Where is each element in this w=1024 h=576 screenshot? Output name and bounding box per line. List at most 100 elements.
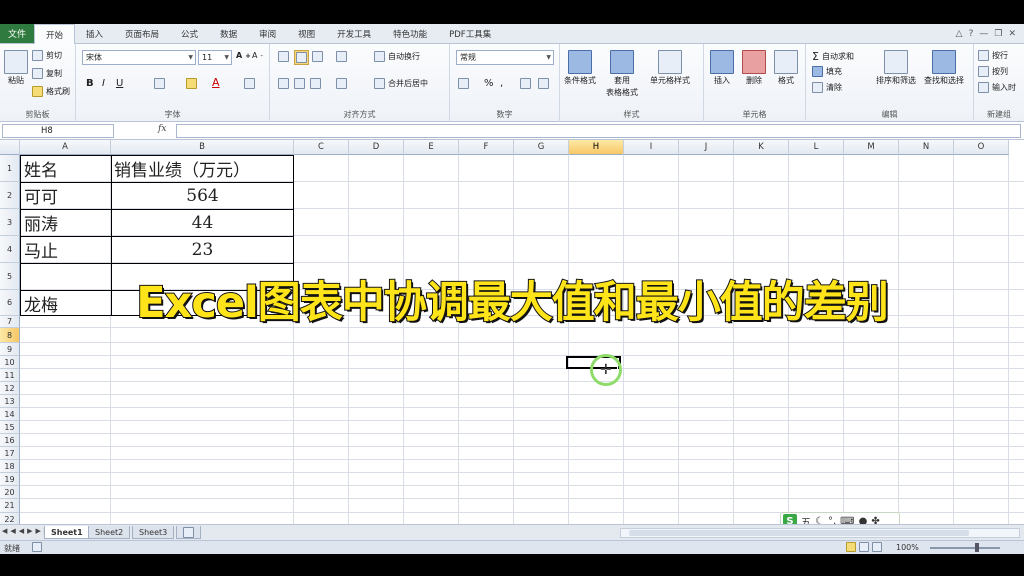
scroll-thumb[interactable] bbox=[629, 530, 969, 536]
sheet-tab-3[interactable]: Sheet3 bbox=[132, 526, 175, 539]
sheet-tab-2[interactable]: Sheet2 bbox=[88, 526, 131, 539]
column-header-j[interactable]: J bbox=[679, 140, 734, 155]
format-cells-button[interactable]: 格式 bbox=[774, 50, 798, 86]
row-header-14[interactable]: 14 bbox=[0, 408, 20, 421]
column-header-c[interactable]: C bbox=[294, 140, 349, 155]
tab-developer[interactable]: 开发工具 bbox=[326, 24, 382, 43]
row-header-18[interactable]: 18 bbox=[0, 460, 20, 473]
currency-button[interactable] bbox=[458, 78, 469, 89]
tab-formulas[interactable]: 公式 bbox=[170, 24, 209, 43]
column-header-n[interactable]: N bbox=[899, 140, 954, 155]
select-all-corner[interactable] bbox=[0, 140, 20, 155]
restore-icon[interactable]: ❐ bbox=[994, 29, 1002, 39]
cell-a1[interactable]: 姓名 bbox=[24, 155, 58, 182]
cell-b3[interactable]: 44 bbox=[111, 209, 294, 236]
tab-insert[interactable]: 插入 bbox=[75, 24, 114, 43]
horizontal-scrollbar[interactable] bbox=[620, 528, 1020, 538]
fill-color-button[interactable] bbox=[186, 78, 197, 89]
normal-view-icon[interactable] bbox=[846, 542, 856, 552]
tab-home[interactable]: 开始 bbox=[34, 24, 76, 45]
column-header-o[interactable]: O bbox=[954, 140, 1009, 155]
underline-button[interactable]: U bbox=[116, 78, 123, 89]
tab-page-layout[interactable]: 页面布局 bbox=[114, 24, 170, 43]
row-header-19[interactable]: 19 bbox=[0, 473, 20, 486]
comma-button[interactable]: , bbox=[500, 78, 503, 89]
copy-button[interactable]: 复制 bbox=[32, 68, 62, 79]
cell-b2[interactable]: 564 bbox=[111, 182, 294, 209]
column-header-g[interactable]: G bbox=[514, 140, 569, 155]
tab-data[interactable]: 数据 bbox=[209, 24, 248, 43]
tab-special-features[interactable]: 特色功能 bbox=[382, 24, 438, 43]
column-header-h[interactable]: H bbox=[569, 140, 624, 155]
row-header-15[interactable]: 15 bbox=[0, 421, 20, 434]
cut-button[interactable]: 剪切 bbox=[32, 50, 62, 61]
zoom-level[interactable]: 100% bbox=[896, 543, 919, 552]
bold-button[interactable]: B bbox=[86, 78, 94, 89]
phonetic-button[interactable] bbox=[244, 78, 255, 89]
close-icon[interactable]: ✕ bbox=[1008, 29, 1016, 39]
row-header-8[interactable]: 8 bbox=[0, 328, 20, 343]
merge-center-button[interactable]: 合并后居中 bbox=[374, 78, 428, 89]
row-header-20[interactable]: 20 bbox=[0, 486, 20, 499]
row-header-13[interactable]: 13 bbox=[0, 395, 20, 408]
clear-button[interactable]: 清除 bbox=[812, 82, 842, 93]
font-color-button[interactable]: A bbox=[212, 76, 220, 89]
align-bottom-button[interactable] bbox=[312, 51, 323, 62]
align-top-button[interactable] bbox=[278, 51, 289, 62]
row-header-21[interactable]: 21 bbox=[0, 499, 20, 513]
column-header-i[interactable]: I bbox=[624, 140, 679, 155]
name-box[interactable]: H8 bbox=[2, 124, 114, 138]
help-icon[interactable]: ? bbox=[969, 29, 974, 39]
row-header-4[interactable]: 4 bbox=[0, 236, 20, 263]
column-header-d[interactable]: D bbox=[349, 140, 404, 155]
row-header-10[interactable]: 10 bbox=[0, 356, 20, 369]
page-layout-view-icon[interactable] bbox=[859, 542, 869, 552]
font-name-select[interactable]: 宋体 ▼ bbox=[82, 50, 196, 65]
align-left-button[interactable] bbox=[278, 78, 289, 89]
column-header-m[interactable]: M bbox=[844, 140, 899, 155]
cell-a4[interactable]: 马止 bbox=[24, 236, 58, 263]
formula-input[interactable] bbox=[176, 124, 1021, 138]
sheet-tab-1[interactable]: Sheet1 bbox=[44, 526, 90, 539]
on-input-button[interactable]: 输入时 bbox=[978, 82, 1016, 93]
format-as-table-button[interactable]: 套用 表格格式 bbox=[606, 50, 638, 98]
column-header-f[interactable]: F bbox=[459, 140, 514, 155]
row-header-2[interactable]: 2 bbox=[0, 182, 20, 209]
tab-file[interactable]: 文件 bbox=[0, 24, 34, 43]
insert-cells-button[interactable]: 插入 bbox=[710, 50, 734, 86]
fill-button[interactable]: 填充 bbox=[812, 66, 842, 77]
column-header-b[interactable]: B bbox=[111, 140, 294, 155]
paste-button[interactable]: 粘贴 bbox=[4, 50, 28, 86]
font-size-select[interactable]: 11 ▼ bbox=[198, 50, 232, 65]
find-select-button[interactable]: 查找和选择 bbox=[924, 50, 964, 86]
cell-a3[interactable]: 丽涛 bbox=[24, 209, 58, 236]
macro-record-icon[interactable] bbox=[32, 542, 42, 552]
align-center-button[interactable] bbox=[294, 78, 305, 89]
by-column-button[interactable]: 按列 bbox=[978, 66, 1008, 77]
column-header-e[interactable]: E bbox=[404, 140, 459, 155]
column-header-a[interactable]: A bbox=[20, 140, 111, 155]
row-header-12[interactable]: 12 bbox=[0, 382, 20, 395]
wrap-text-button[interactable]: 自动换行 bbox=[374, 51, 420, 62]
cell-styles-button[interactable]: 单元格样式 bbox=[650, 50, 690, 86]
shrink-font-button[interactable]: A- bbox=[252, 51, 263, 60]
increase-decimal-button[interactable] bbox=[520, 78, 531, 89]
cell-b1[interactable]: 销售业绩（万元） bbox=[114, 155, 250, 182]
row-header-1[interactable]: 1 bbox=[0, 155, 20, 182]
zoom-slider-knob[interactable] bbox=[975, 543, 979, 552]
zoom-slider[interactable] bbox=[930, 547, 1000, 549]
borders-button[interactable] bbox=[154, 78, 165, 89]
worksheet-grid[interactable]: ABCDEFGHIJKLMNO 1 2 3 4 5 6 7 8 9 10 11 12 13 14 15 16 1… bbox=[0, 140, 1024, 527]
delete-cells-button[interactable]: 删除 bbox=[742, 50, 766, 86]
row-header-3[interactable]: 3 bbox=[0, 209, 20, 236]
row-header-11[interactable]: 11 bbox=[0, 369, 20, 382]
page-break-view-icon[interactable] bbox=[872, 542, 882, 552]
column-header-k[interactable]: K bbox=[734, 140, 789, 155]
grow-font-button[interactable]: A + bbox=[236, 51, 251, 60]
row-header-16[interactable]: 16 bbox=[0, 434, 20, 447]
autosum-button[interactable]: Σ 自动求和 bbox=[812, 50, 854, 63]
indent-button[interactable] bbox=[336, 78, 347, 89]
row-header-9[interactable]: 9 bbox=[0, 343, 20, 356]
minimize-icon[interactable]: — bbox=[979, 29, 988, 39]
tab-view[interactable]: 视图 bbox=[287, 24, 326, 43]
